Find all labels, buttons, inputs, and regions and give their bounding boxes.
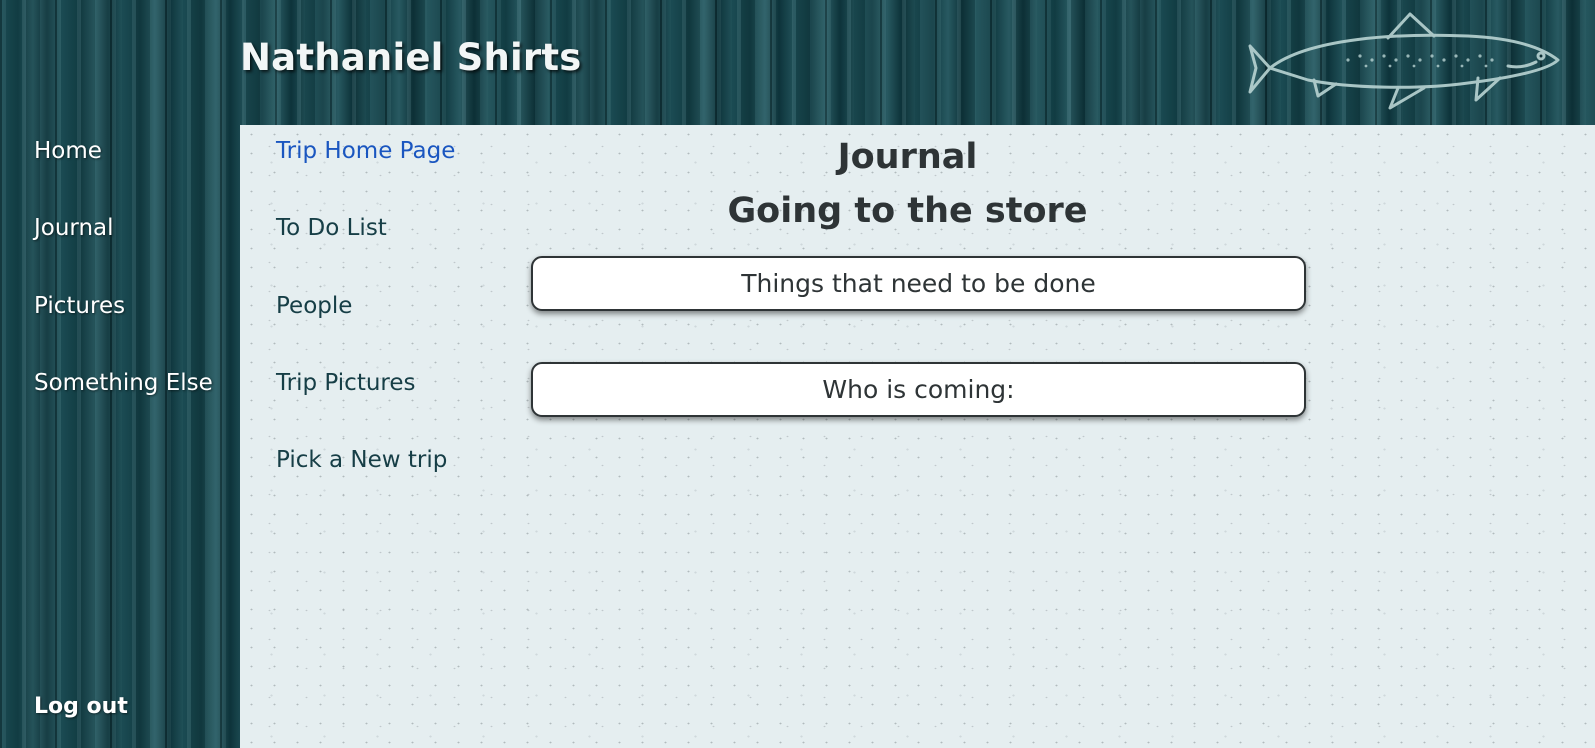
nav-journal[interactable]: Journal [34,215,114,241]
page-title: Journal [837,137,978,177]
fish-icon [1248,12,1560,110]
trip-nav-new-trip[interactable]: Pick a New trip [276,447,447,473]
nav-something-else[interactable]: Something Else [34,370,213,396]
trip-title: Going to the store [727,191,1088,231]
trip-nav-pictures[interactable]: Trip Pictures [276,370,416,396]
trip-nav-people[interactable]: People [276,293,352,319]
todo-card-button[interactable]: Things that need to be done [531,256,1306,311]
nav-pictures[interactable]: Pictures [34,293,125,319]
logout-link[interactable]: Log out [34,694,128,719]
site-title: Nathaniel Shirts [240,36,582,79]
content-panel: Trip Home Page To Do List People Trip Pi… [240,125,1595,748]
people-card-button[interactable]: Who is coming: [531,362,1306,417]
nav-home[interactable]: Home [34,138,102,164]
